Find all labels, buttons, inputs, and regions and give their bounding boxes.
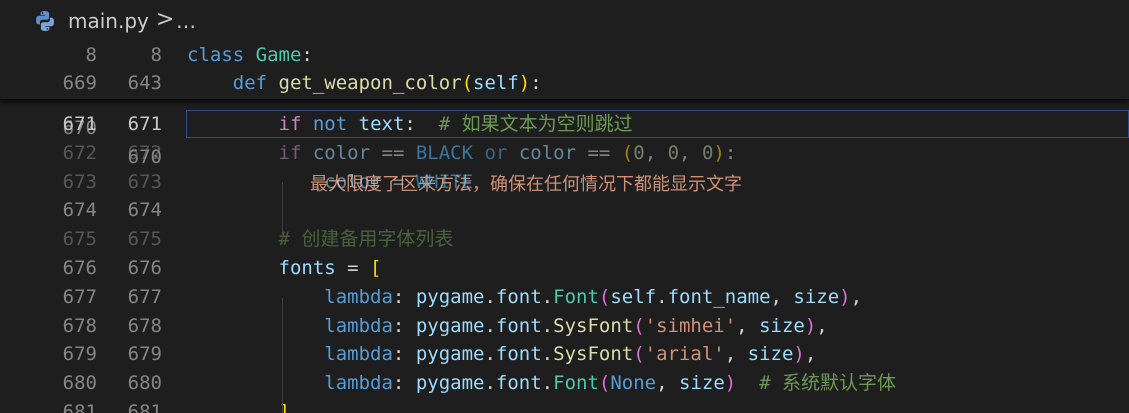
code-line[interactable]: 679 679 lambda: pygame.font.SysFont('aria… [0, 340, 1129, 369]
diff-editor-window: main.py > … 668 670 670 最大限度了区来方法，确保在任何情… [0, 0, 1129, 413]
original-line-number: 672 [62, 141, 97, 164]
original-line-number: 679 [62, 343, 97, 366]
original-line-number: 669 [62, 72, 97, 94]
code-text: lambda: pygame.font.Font(self.font_name,… [324, 285, 863, 308]
code-line[interactable]: 674 674 [0, 196, 1129, 225]
code-line[interactable]: 673 673 color = WHITE [0, 168, 1129, 197]
modified-line-number: 679 [127, 343, 162, 366]
original-line-number: 675 [62, 228, 97, 251]
code-line[interactable]: 677 677 lambda: pygame.font.Font(self.fon… [0, 283, 1129, 312]
original-line-number: 676 [62, 257, 97, 279]
modified-line-number: 677 [127, 285, 162, 308]
modified-line-number: 674 [127, 199, 162, 222]
original-line-number: 677 [62, 285, 97, 308]
breadcrumb-symbol[interactable]: … [176, 9, 196, 33]
chevron-right-icon: > [156, 7, 175, 32]
modified-line-number: 8 [150, 44, 162, 66]
code-line[interactable]: 8 8 class Game: [0, 41, 1129, 70]
code-text: if not text: # 如果文本为空则跳过 [278, 113, 633, 135]
modified-line-number: 681 [127, 401, 162, 413]
original-line-number: 673 [62, 170, 97, 193]
modified-line-number: 671 [127, 113, 162, 135]
modified-line-number: 673 [127, 170, 162, 193]
code-text: color = WHITE [324, 170, 474, 193]
python-icon [33, 9, 57, 33]
code-line[interactable]: 680 680 lambda: pygame.font.Font(None, si… [0, 369, 1129, 398]
code-text: def get_weapon_color(self): [232, 72, 542, 94]
breadcrumb-file[interactable]: main.py [68, 9, 149, 33]
code-line[interactable]: 671 671 if not text: # 如果文本为空则跳过 [0, 110, 1129, 139]
modified-line-number: 643 [127, 72, 162, 94]
original-line-number: 678 [62, 314, 97, 337]
code-text: # 创建备用字体列表 [278, 228, 454, 251]
sticky-scroll-header[interactable]: 8 8 class Game: 669 643 def get_weapon_color… [0, 42, 1129, 100]
original-line-number: 674 [62, 199, 97, 222]
code-line[interactable]: 678 678 lambda: pygame.font.SysFont('simh… [0, 312, 1129, 341]
code-line[interactable]: 681 681 ] [0, 398, 1129, 413]
code-line[interactable]: 675 675 # 创建备用字体列表 [0, 225, 1129, 254]
modified-line-number: 676 [127, 257, 162, 279]
original-line-number: 681 [62, 401, 97, 413]
modified-line-number: 675 [127, 228, 162, 251]
code-line[interactable]: 672 672 if color == BLACK or color == (0,… [0, 139, 1129, 168]
breadcrumb: main.py > … [0, 0, 1129, 42]
original-line-number: 680 [62, 372, 97, 395]
modified-line-number: 672 [127, 141, 162, 164]
original-line-number: 671 [62, 113, 97, 135]
code-text: lambda: pygame.font.Font(None, size) # 系… [324, 372, 896, 395]
code-line[interactable]: 669 643 def get_weapon_color(self): [0, 69, 1129, 98]
code-text: if color == BLACK or color == (0, 0, 0): [278, 141, 737, 164]
original-line-number: 8 [85, 44, 97, 66]
indent-guide [282, 182, 283, 244]
code-text: class Game: [187, 44, 313, 66]
indent-guide [282, 298, 283, 413]
modified-line-number: 680 [127, 372, 162, 395]
code-text: lambda: pygame.font.SysFont('simhei', si… [324, 314, 828, 337]
code-text: fonts = [ [278, 257, 382, 279]
code-line[interactable]: 676 676 fonts = [ [0, 254, 1129, 283]
modified-line-number: 678 [127, 314, 162, 337]
code-text: ] [278, 401, 290, 413]
